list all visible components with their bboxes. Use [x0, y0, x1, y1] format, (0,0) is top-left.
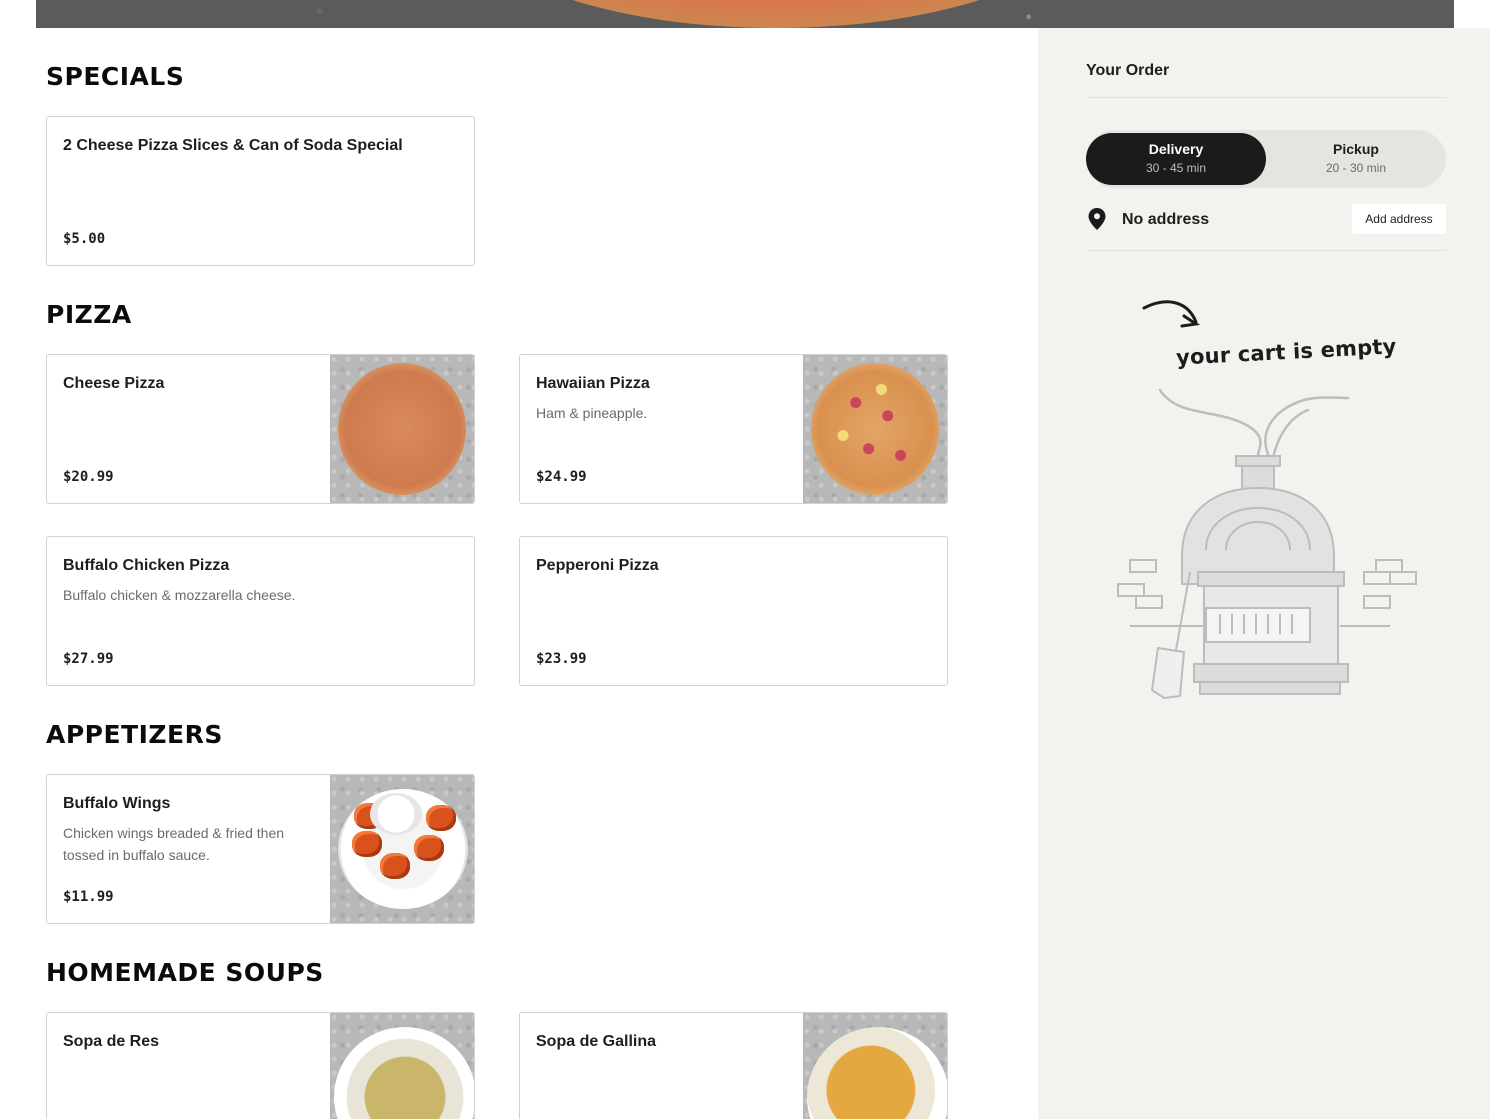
- fulfillment-toggle: Delivery 30 - 45 min Pickup 20 - 30 min: [1086, 130, 1446, 188]
- order-title: Your Order: [1086, 62, 1170, 79]
- add-address-button[interactable]: Add address: [1352, 204, 1446, 234]
- item-price: $11.99: [63, 889, 114, 905]
- buffalo-wings-photo: [330, 775, 474, 923]
- item-price: $20.99: [63, 469, 114, 485]
- item-description: Chicken wings breaded & fried then tosse…: [63, 825, 285, 863]
- address-text: No address: [1122, 211, 1210, 228]
- delivery-label: Delivery: [1148, 141, 1204, 157]
- item-price: $27.99: [63, 651, 114, 667]
- item-name: Buffalo Chicken Pizza: [63, 557, 230, 574]
- delivery-time: 30 - 45 min: [1145, 161, 1207, 175]
- menu-item-card[interactable]: Buffalo Chicken Pizza Buffalo chicken & …: [46, 536, 475, 686]
- item-name: Cheese Pizza: [63, 375, 165, 392]
- item-name: Sopa de Gallina: [536, 1033, 657, 1050]
- section-title-homemade-soups: HOMEMADE SOUPS: [46, 958, 324, 987]
- sopa-de-res-photo: [330, 1013, 474, 1119]
- pickup-label: Pickup: [1333, 141, 1379, 157]
- delivery-option[interactable]: Delivery 30 - 45 min: [1086, 133, 1266, 185]
- menu-item-card[interactable]: Pepperoni Pizza $23.99: [519, 536, 948, 686]
- location-pin-icon: [1088, 208, 1106, 230]
- divider: [1086, 250, 1446, 251]
- menu-item-card[interactable]: Sopa de Res: [46, 1012, 475, 1119]
- order-sidebar: Your Order Delivery 30 - 45 min Pickup 2…: [1038, 28, 1490, 1119]
- menu-item-card[interactable]: 2 Cheese Pizza Slices & Can of Soda Spec…: [46, 116, 475, 266]
- hero-banner-image: [36, 0, 1454, 28]
- item-price: $23.99: [536, 651, 587, 667]
- menu-item-card[interactable]: Hawaiian Pizza Ham & pineapple. $24.99: [519, 354, 948, 504]
- item-name: Buffalo Wings: [63, 795, 171, 812]
- hawaiian-pizza-photo: [803, 355, 947, 503]
- item-description: Buffalo chicken & mozzarella cheese.: [63, 587, 296, 603]
- cheese-pizza-photo: [330, 355, 474, 503]
- item-price: $5.00: [63, 231, 106, 247]
- pickup-option[interactable]: Pickup 20 - 30 min: [1266, 133, 1446, 185]
- sopa-de-gallina-photo: [803, 1013, 947, 1119]
- item-name: Sopa de Res: [63, 1033, 160, 1050]
- divider: [1086, 97, 1446, 98]
- item-name: Pepperoni Pizza: [536, 557, 659, 574]
- menu-item-card[interactable]: Buffalo Wings Chicken wings breaded & fr…: [46, 774, 475, 924]
- section-title-pizza: PIZZA: [46, 300, 132, 329]
- item-name: 2 Cheese Pizza Slices & Can of Soda Spec…: [63, 137, 403, 154]
- item-name: Hawaiian Pizza: [536, 375, 650, 392]
- menu-item-card[interactable]: Sopa de Gallina: [519, 1012, 948, 1119]
- pickup-time: 20 - 30 min: [1325, 161, 1387, 175]
- section-title-appetizers: APPETIZERS: [46, 720, 223, 749]
- item-description: Ham & pineapple.: [536, 405, 648, 421]
- section-title-specials: SPECIALS: [46, 62, 185, 91]
- item-price: $24.99: [536, 469, 587, 485]
- hero-pizza-image: [466, 0, 1086, 28]
- menu-item-card[interactable]: Cheese Pizza $20.99: [46, 354, 475, 504]
- address-row: No address Add address: [1086, 204, 1446, 236]
